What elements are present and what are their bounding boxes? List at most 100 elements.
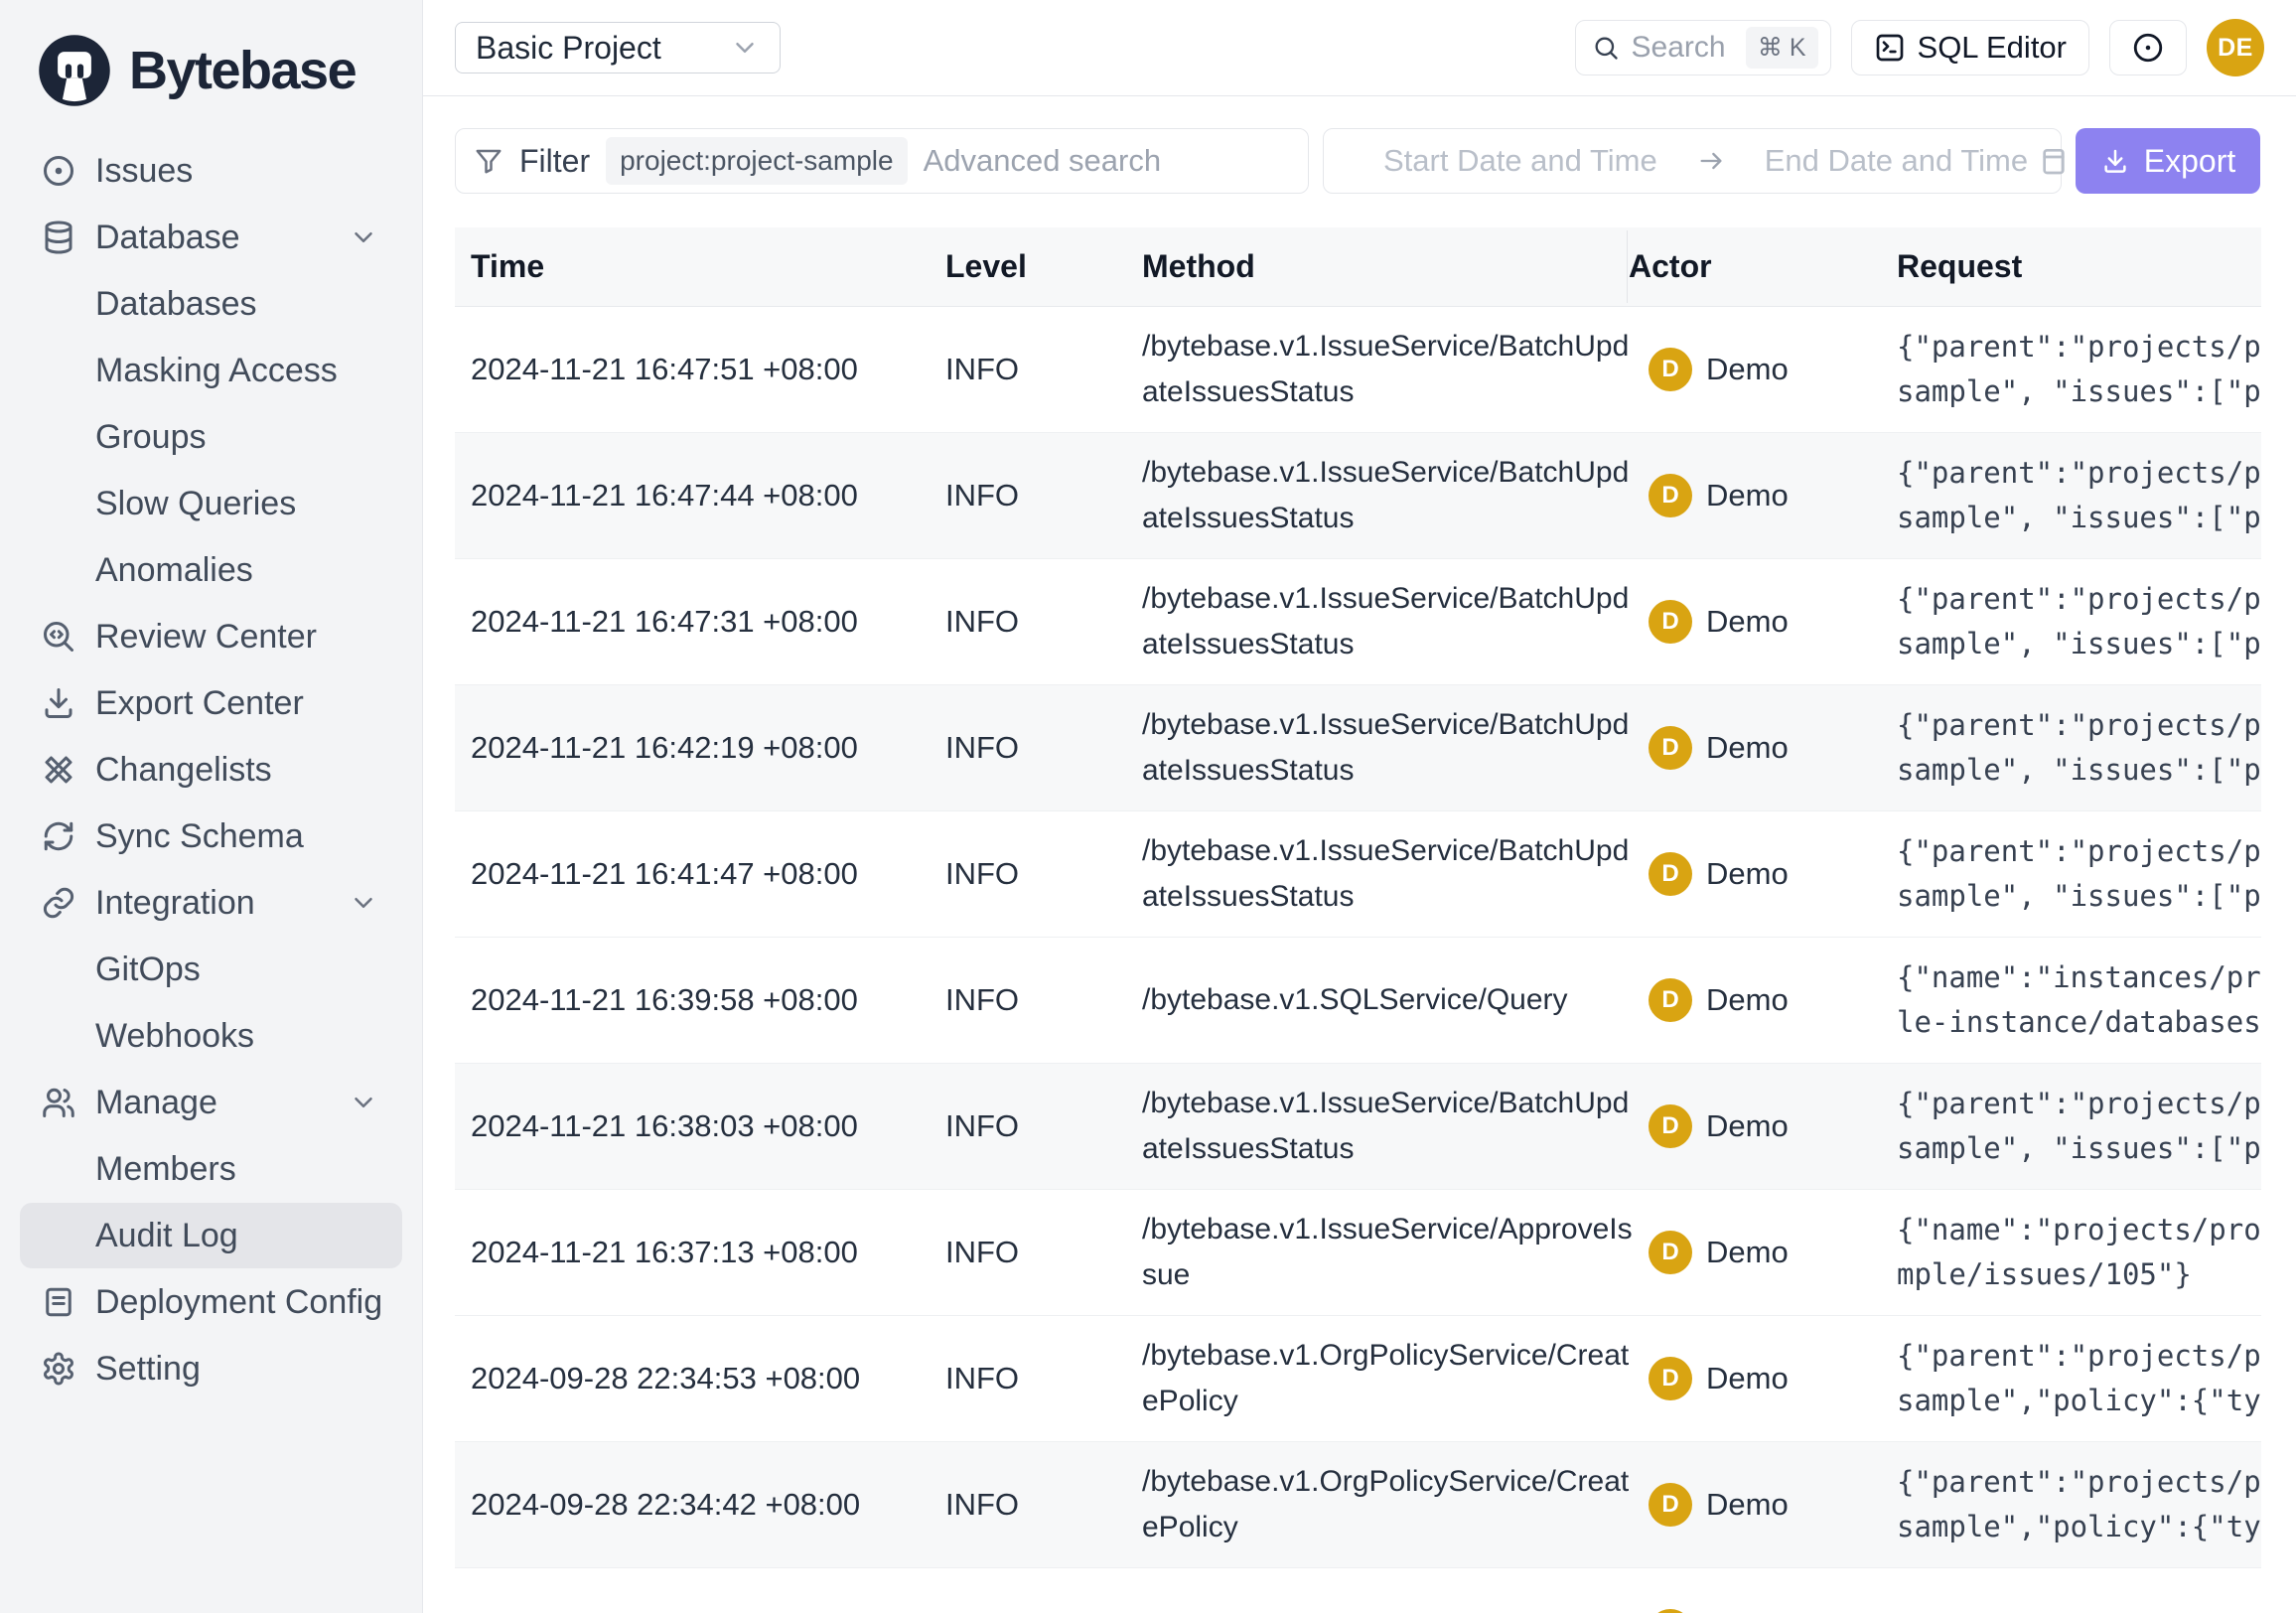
- audit-log-row[interactable]: 2024-11-21 16:47:51 +08:00INFO/bytebase.…: [455, 307, 2261, 433]
- search-input[interactable]: Search ⌘ K: [1575, 20, 1831, 75]
- refresh-icon: [40, 817, 77, 855]
- audit-log-row[interactable]: 2024-11-21 16:37:13 +08:00INFO/bytebase.…: [455, 1190, 2261, 1316]
- sidebar-item-label: Changelists: [95, 751, 272, 790]
- sidebar-item-export-center[interactable]: Export Center: [20, 670, 402, 736]
- cell-method: /bytebase.v1.OrgPolicyService/CreatePoli…: [1142, 1333, 1629, 1424]
- terminal-icon: [1874, 32, 1906, 64]
- actor-avatar: D: [1649, 1609, 1692, 1613]
- actor-avatar: D: [1649, 600, 1692, 644]
- export-button[interactable]: Export: [2076, 128, 2260, 194]
- cell-request: {"parent":"projects/prsample","policy":{…: [1897, 1460, 2261, 1549]
- audit-log-row[interactable]: 2024-11-21 16:41:47 +08:00INFO/bytebase.…: [455, 811, 2261, 938]
- filter-icon: [474, 146, 503, 176]
- cell-method: /bytebase.v1.IssueService/ApproveIssue: [1142, 1207, 1629, 1298]
- sidebar-item-integration[interactable]: Integration: [20, 870, 402, 936]
- sidebar-item-database[interactable]: Database: [20, 205, 402, 270]
- sidebar-item-label: Databases: [95, 285, 257, 324]
- column-header-request: Request: [1897, 248, 2261, 285]
- cell-request: {"parent":"projects/prsample", "issues":…: [1897, 703, 2261, 793]
- cell-level: INFO: [945, 604, 1142, 640]
- sidebar-nav: Issues Database Databases Masking Access Gro…: [0, 135, 422, 1401]
- actor-name: Demo: [1706, 982, 1789, 1018]
- chevron-down-icon: [349, 888, 378, 918]
- actor-name: Demo: [1706, 1361, 1789, 1396]
- sidebar-item-anomalies[interactable]: Anomalies: [20, 537, 402, 603]
- bytebase-logo[interactable]: Bytebase: [0, 0, 422, 135]
- circle-dot-icon: [40, 152, 77, 190]
- cell-level: INFO: [945, 478, 1142, 513]
- cell-level: INFO: [945, 1361, 1142, 1396]
- sidebar-item-manage[interactable]: Manage: [20, 1070, 402, 1135]
- audit-log-row[interactable]: 2024-11-21 16:47:31 +08:00INFO/bytebase.…: [455, 559, 2261, 685]
- actor-avatar: D: [1649, 348, 1692, 391]
- sidebar-item-members[interactable]: Members: [20, 1136, 402, 1202]
- sidebar-item-review-center[interactable]: Review Center: [20, 604, 402, 669]
- cell-actor: D Demo: [1629, 1104, 1897, 1148]
- sidebar-item-label: Groups: [95, 418, 207, 457]
- audit-log-table: TimeLevelMethodActorRequest 2024-11-21 1…: [455, 227, 2261, 1613]
- audit-log-row[interactable]: 2024-11-21 16:38:03 +08:00INFO/bytebase.…: [455, 1064, 2261, 1190]
- actor-name: Demo: [1706, 604, 1789, 640]
- actor-avatar: D: [1649, 1104, 1692, 1148]
- filter-label: Filter: [519, 143, 590, 180]
- topbar: Basic Project Search ⌘ K SQL Editor: [423, 0, 2296, 96]
- advanced-search-input[interactable]: Filter project:project-sample Advanced s…: [455, 128, 1309, 194]
- actor-avatar: D: [1649, 852, 1692, 896]
- circle-dot-icon: [2131, 31, 2165, 65]
- sidebar-item-webhooks[interactable]: Webhooks: [20, 1003, 402, 1069]
- topbar-actions: Search ⌘ K SQL Editor DE: [1575, 19, 2264, 76]
- sidebar-item-label: Database: [95, 219, 240, 257]
- sidebar-item-sync-schema[interactable]: Sync Schema: [20, 804, 402, 869]
- cell-method: /bytebase.v1.IssueService/BatchUpdateIss…: [1142, 324, 1629, 415]
- chevron-down-icon: [349, 1088, 378, 1117]
- cell-request: {"name":"instances/prole-instance/databa…: [1897, 955, 2261, 1045]
- audit-log-row[interactable]: 2024-11-21 16:47:44 +08:00INFO/bytebase.…: [455, 433, 2261, 559]
- audit-log-row[interactable]: 2024-11-21 16:39:58 +08:00INFO/bytebase.…: [455, 938, 2261, 1064]
- cell-level: INFO: [945, 1108, 1142, 1144]
- actor-avatar: D: [1649, 474, 1692, 517]
- sidebar-item-groups[interactable]: Groups: [20, 404, 402, 470]
- project-selector[interactable]: Basic Project: [455, 22, 781, 73]
- cell-method: /bytebase.v1.OrgPolicyService/CreatePoli…: [1142, 1459, 1629, 1550]
- sidebar-item-issues[interactable]: Issues: [20, 138, 402, 204]
- filter-tag-project[interactable]: project:project-sample: [606, 137, 907, 185]
- sidebar-item-deployment-config[interactable]: Deployment Config: [20, 1269, 402, 1335]
- audit-log-row[interactable]: 2024-09-28 22:34:53 +08:00INFO/bytebase.…: [455, 1316, 2261, 1442]
- sidebar-item-databases[interactable]: Databases: [20, 271, 402, 337]
- cell-level: INFO: [945, 1487, 1142, 1523]
- column-header-level: Level: [945, 248, 1142, 285]
- sql-editor-button[interactable]: SQL Editor: [1851, 20, 2089, 75]
- sidebar-item-audit-log[interactable]: Audit Log: [20, 1203, 402, 1268]
- sidebar-item-masking-access[interactable]: Masking Access: [20, 338, 402, 403]
- sidebar-item-slow-queries[interactable]: Slow Queries: [20, 471, 402, 536]
- circle-dot-button[interactable]: [2109, 20, 2187, 75]
- actor-name: Demo: [1706, 1487, 1789, 1523]
- actor-name: Demo: [1706, 352, 1789, 387]
- link-icon: [40, 884, 77, 922]
- cell-level: INFO: [945, 730, 1142, 766]
- users-icon: [40, 1084, 77, 1121]
- pencil-ruler-icon: [40, 751, 77, 789]
- cell-actor: D Demo: [1629, 348, 1897, 391]
- audit-log-row[interactable]: 2024-11-21 16:42:19 +08:00INFO/bytebase.…: [455, 685, 2261, 811]
- sidebar-item-changelists[interactable]: Changelists: [20, 737, 402, 803]
- cell-actor: DDemo: [1629, 852, 1897, 896]
- sidebar-item-label: Review Center: [95, 618, 317, 657]
- end-date-placeholder: End Date and Time: [1765, 143, 2028, 179]
- date-range-picker[interactable]: Start Date and Time End Date and Time: [1323, 128, 2062, 194]
- cell-time: 2024-11-21 16:47:31 +08:00: [471, 604, 945, 640]
- cell-request: {"parent":"projects/pr: [1897, 1609, 2261, 1613]
- export-label: Export: [2144, 143, 2235, 180]
- actor-name: Demo: [1706, 1108, 1789, 1144]
- actor-avatar: D: [1649, 1483, 1692, 1527]
- sidebar-item-gitops[interactable]: GitOps: [20, 937, 402, 1002]
- cell-time: 2024-11-21 16:42:19 +08:00: [471, 730, 945, 766]
- user-avatar[interactable]: DE: [2207, 19, 2264, 76]
- audit-log-row[interactable]: 2024-09-28 22:34:42 +08:00INFO/bytebase.…: [455, 1442, 2261, 1568]
- sidebar-item-label: Anomalies: [95, 551, 253, 590]
- sidebar-item-setting[interactable]: Setting: [20, 1336, 402, 1401]
- sidebar-item-label: Export Center: [95, 684, 304, 723]
- cell-time: 2024-11-21 16:47:51 +08:00: [471, 352, 945, 387]
- audit-log-row[interactable]: /bytebase.v1.IssueService/BatchUpdD{"par…: [455, 1568, 2261, 1613]
- bytebase-app: Bytebase Issues Database Databases Masking …: [0, 0, 2296, 1613]
